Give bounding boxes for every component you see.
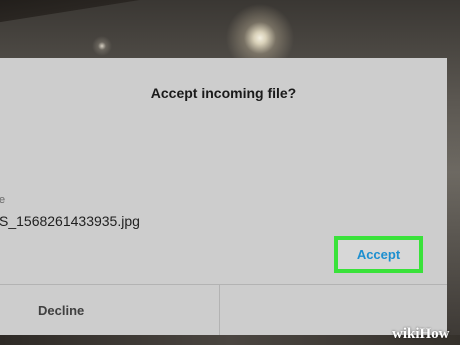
incoming-file-dialog: Accept incoming file? e S_1568261433935.… [0,58,447,335]
dialog-title: Accept incoming file? [150,85,297,101]
file-name: S_1568261433935.jpg [0,213,140,229]
wikihow-watermark: wikiHow [392,326,450,342]
accept-button[interactable]: Accept [334,236,423,273]
decline-button[interactable]: Decline [0,285,219,335]
file-meta-label: e [0,194,6,206]
button-divider-vertical [219,285,220,335]
background-bottom-strip [0,335,460,345]
